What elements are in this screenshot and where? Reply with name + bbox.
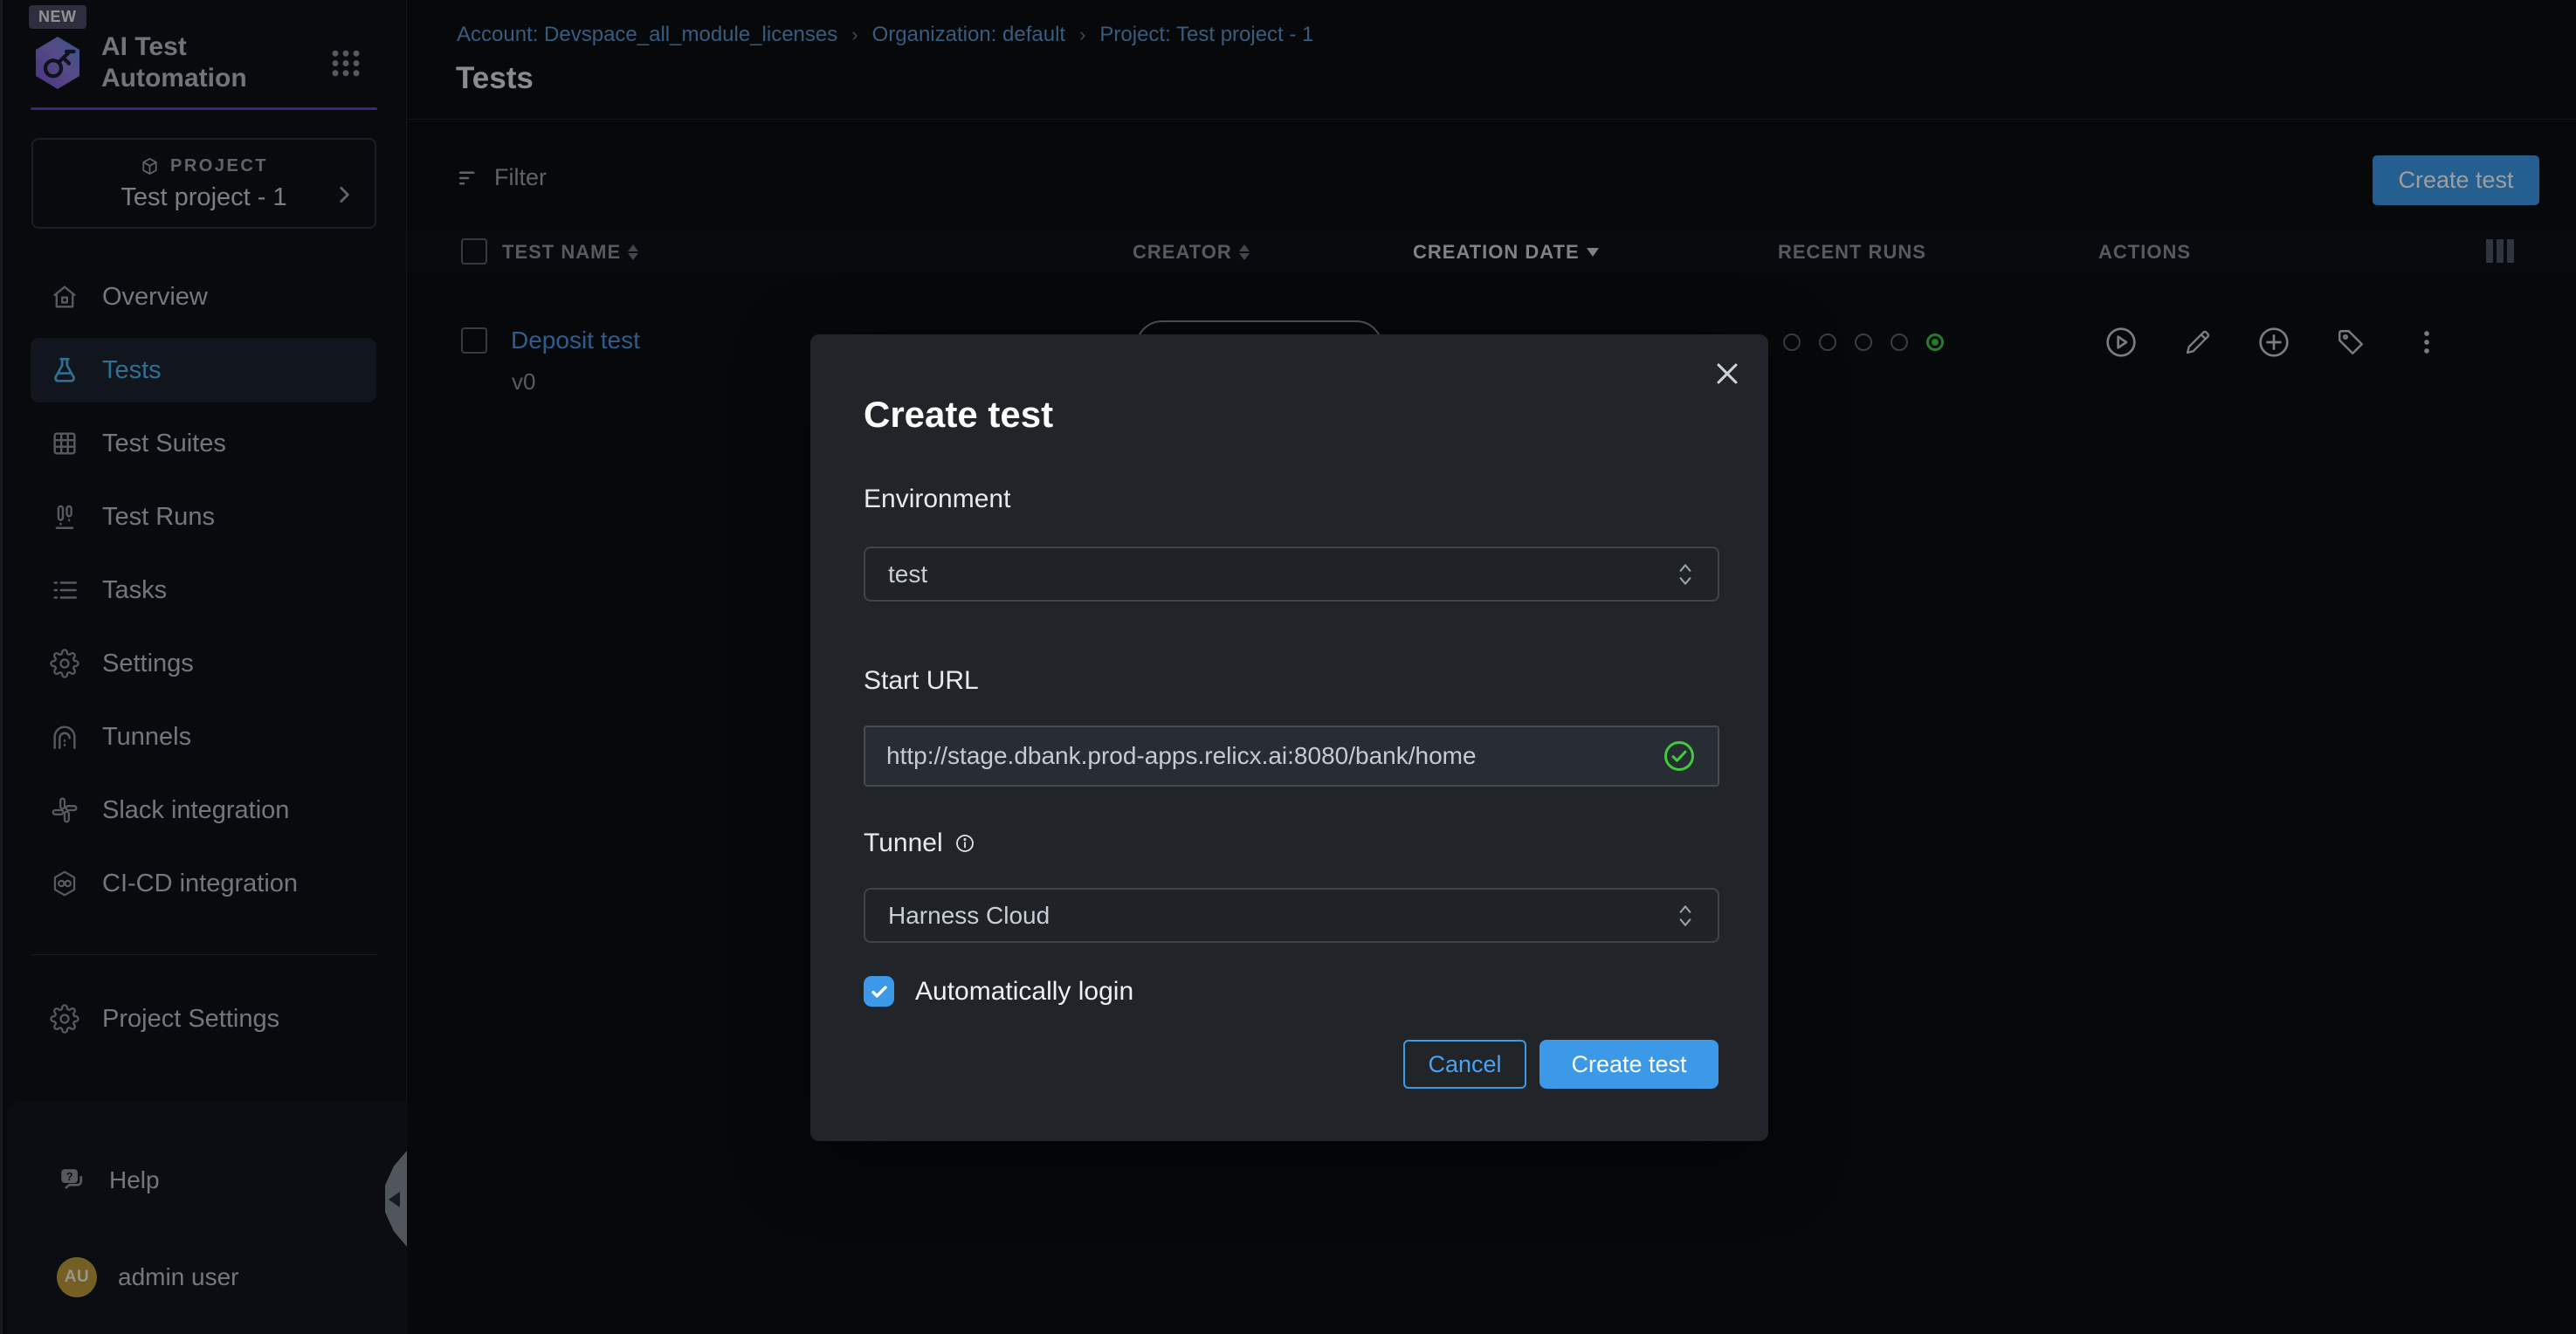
tunnel-label: Tunnel [864, 829, 975, 858]
modal-actions: Cancel Create test [1403, 1040, 1718, 1089]
valid-check-icon [1662, 739, 1697, 774]
checkbox-checked-icon[interactable] [864, 976, 894, 1007]
modal-title: Create test [864, 394, 1053, 436]
auto-login-checkbox-row[interactable]: Automatically login [864, 976, 1133, 1007]
select-chevrons-icon [1676, 561, 1695, 588]
environment-select[interactable]: test [864, 547, 1719, 602]
app-window: NEW AI Test Automation [0, 0, 2576, 1334]
environment-value: test [888, 560, 1676, 588]
modal-create-test-button[interactable]: Create test [1539, 1040, 1718, 1089]
close-icon[interactable] [1712, 359, 1742, 389]
create-test-modal: Create test Environment test Start URL T… [810, 334, 1768, 1141]
info-icon[interactable] [954, 833, 975, 854]
start-url-label: Start URL [864, 666, 979, 696]
tunnel-select[interactable]: Harness Cloud [864, 888, 1719, 943]
start-url-field [864, 725, 1719, 787]
tunnel-value: Harness Cloud [888, 902, 1676, 930]
cancel-button[interactable]: Cancel [1403, 1040, 1526, 1089]
auto-login-label: Automatically login [915, 977, 1133, 1007]
start-url-input[interactable] [886, 742, 1662, 770]
select-chevrons-icon [1676, 903, 1695, 929]
environment-label: Environment [864, 485, 1010, 514]
